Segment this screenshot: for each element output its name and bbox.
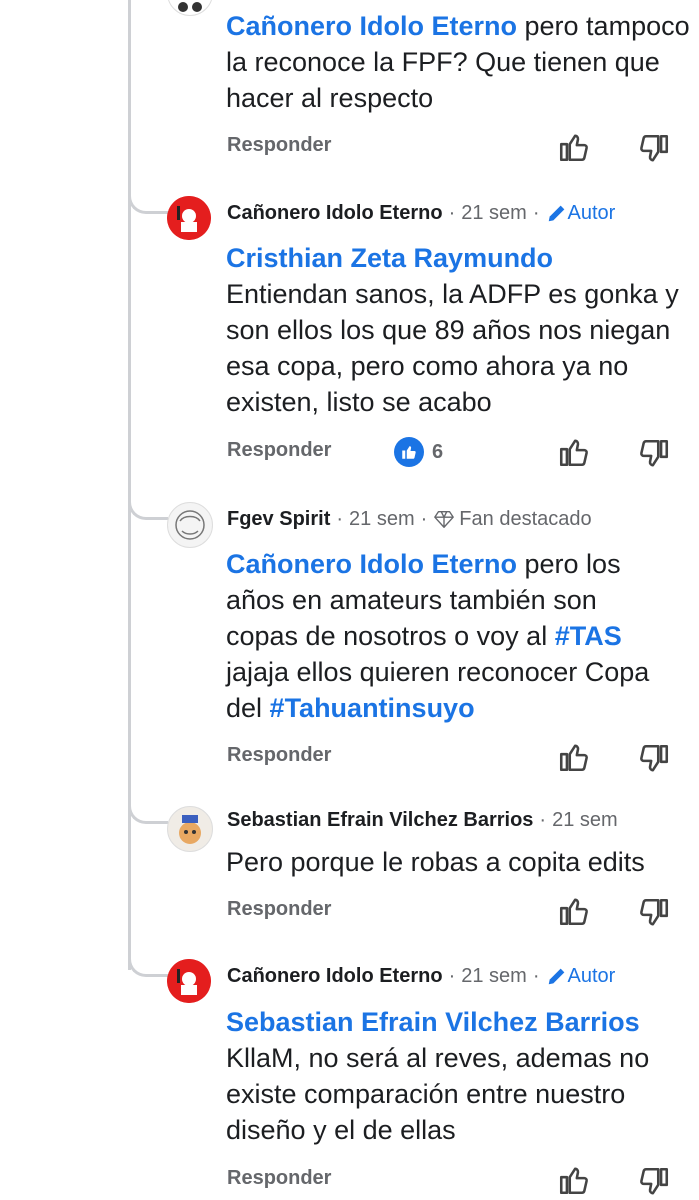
- mention-link[interactable]: Cañonero Idolo Eterno: [226, 11, 517, 41]
- thumbs-up-icon[interactable]: [557, 740, 591, 774]
- reply-button[interactable]: Responder: [227, 439, 331, 462]
- thumbs-up-icon[interactable]: [557, 435, 591, 469]
- author-name[interactable]: Sebastian Efrain Vilchez Barrios: [227, 809, 533, 832]
- author-badge: Autor: [546, 964, 616, 988]
- comment-text: Pero porque le robas a copita edits: [226, 847, 645, 877]
- comment-actions: Responder: [227, 130, 687, 166]
- avatar[interactable]: [167, 196, 211, 240]
- author-badge-label: Autor: [567, 201, 616, 224]
- avatar[interactable]: [167, 0, 213, 16]
- comment-body: Pero porque le robas a copita edits: [226, 844, 696, 880]
- reply-button[interactable]: Responder: [227, 898, 331, 921]
- fan-badge: Fan destacado: [433, 507, 592, 531]
- fan-badge-label: Fan destacado: [459, 507, 592, 530]
- thumbs-down-icon[interactable]: [637, 896, 671, 930]
- separator: ·: [448, 964, 456, 987]
- author-name[interactable]: Cañonero Idolo Eterno: [227, 202, 443, 225]
- thread-connector: [128, 498, 168, 520]
- timestamp[interactable]: 21 sem: [461, 202, 527, 225]
- comment-meta: Cañonero Idolo Eterno · 21 sem · Autor: [227, 199, 615, 227]
- avatar[interactable]: [167, 502, 213, 548]
- thumbs-up-icon[interactable]: [557, 130, 591, 164]
- author-name[interactable]: Fgev Spirit: [227, 508, 330, 531]
- separator: ·: [336, 507, 344, 530]
- comment-meta: Sebastian Efrain Vilchez Barrios · 21 se…: [227, 806, 618, 834]
- comment-body: Cañonero Idolo Eterno pero los años en a…: [226, 546, 666, 726]
- author-badge-label: Autor: [567, 964, 616, 987]
- thumbs-down-icon[interactable]: [637, 742, 671, 776]
- separator: ·: [448, 201, 456, 224]
- thread-line: [128, 0, 131, 970]
- mention-link[interactable]: Cañonero Idolo Eterno: [226, 549, 517, 579]
- mention-link[interactable]: Sebastian Efrain Vilchez Barrios: [226, 1007, 640, 1037]
- comment-meta: Fgev Spirit · 21 sem · Fan destacado: [227, 505, 592, 533]
- comment-body: Cristhian Zeta Raymundo Entiendan sanos,…: [226, 240, 696, 420]
- comment-actions: Responder: [227, 1163, 687, 1199]
- thumbs-down-icon[interactable]: [637, 437, 671, 471]
- separator: ·: [539, 808, 547, 831]
- comment-text: KllaM, no será al reves, ademas no exist…: [226, 1043, 650, 1145]
- comment-actions: Responder: [227, 894, 687, 930]
- timestamp[interactable]: 21 sem: [552, 809, 618, 832]
- mention-link[interactable]: Cristhian Zeta Raymundo: [226, 243, 553, 273]
- comment-actions: Responder: [227, 740, 687, 776]
- avatar[interactable]: [167, 806, 213, 852]
- separator: ·: [532, 201, 540, 224]
- hashtag-link[interactable]: #TAS: [555, 621, 622, 651]
- separator: ·: [532, 964, 540, 987]
- comment-text: Entiendan sanos, la ADFP es gonka y son …: [226, 279, 679, 417]
- thread-connector: [128, 802, 168, 824]
- comment-body: Sebastian Efrain Vilchez Barrios KllaM, …: [226, 1004, 676, 1148]
- reaction-summary[interactable]: 6: [394, 437, 443, 467]
- comment-meta: Cañonero Idolo Eterno · 21 sem · Autor: [227, 962, 615, 990]
- author-name[interactable]: Cañonero Idolo Eterno: [227, 965, 443, 988]
- separator: ·: [420, 507, 428, 530]
- thumbs-down-icon[interactable]: [637, 132, 671, 166]
- avatar[interactable]: [167, 959, 211, 1003]
- reply-button[interactable]: Responder: [227, 744, 331, 767]
- thread-connector: [128, 955, 168, 977]
- thread-connector: [128, 192, 168, 214]
- diamond-icon: [434, 510, 455, 528]
- timestamp[interactable]: 21 sem: [349, 508, 415, 531]
- comment-body: Cañonero Idolo Eterno pero tampoco la re…: [226, 8, 696, 116]
- thumbs-down-icon[interactable]: [637, 1165, 671, 1199]
- thumbs-up-icon[interactable]: [557, 894, 591, 928]
- reply-button[interactable]: Responder: [227, 134, 331, 157]
- timestamp[interactable]: 21 sem: [461, 965, 527, 988]
- hashtag-link[interactable]: #Tahuantinsuyo: [270, 693, 475, 723]
- like-reaction-icon: [394, 437, 424, 467]
- author-badge: Autor: [546, 201, 616, 225]
- pencil-icon: [548, 968, 564, 985]
- pencil-icon: [548, 205, 564, 222]
- reaction-count: 6: [432, 440, 444, 463]
- reply-button[interactable]: Responder: [227, 1167, 331, 1190]
- comment-actions: Responder 6: [227, 435, 687, 471]
- thumbs-up-icon[interactable]: [557, 1163, 591, 1197]
